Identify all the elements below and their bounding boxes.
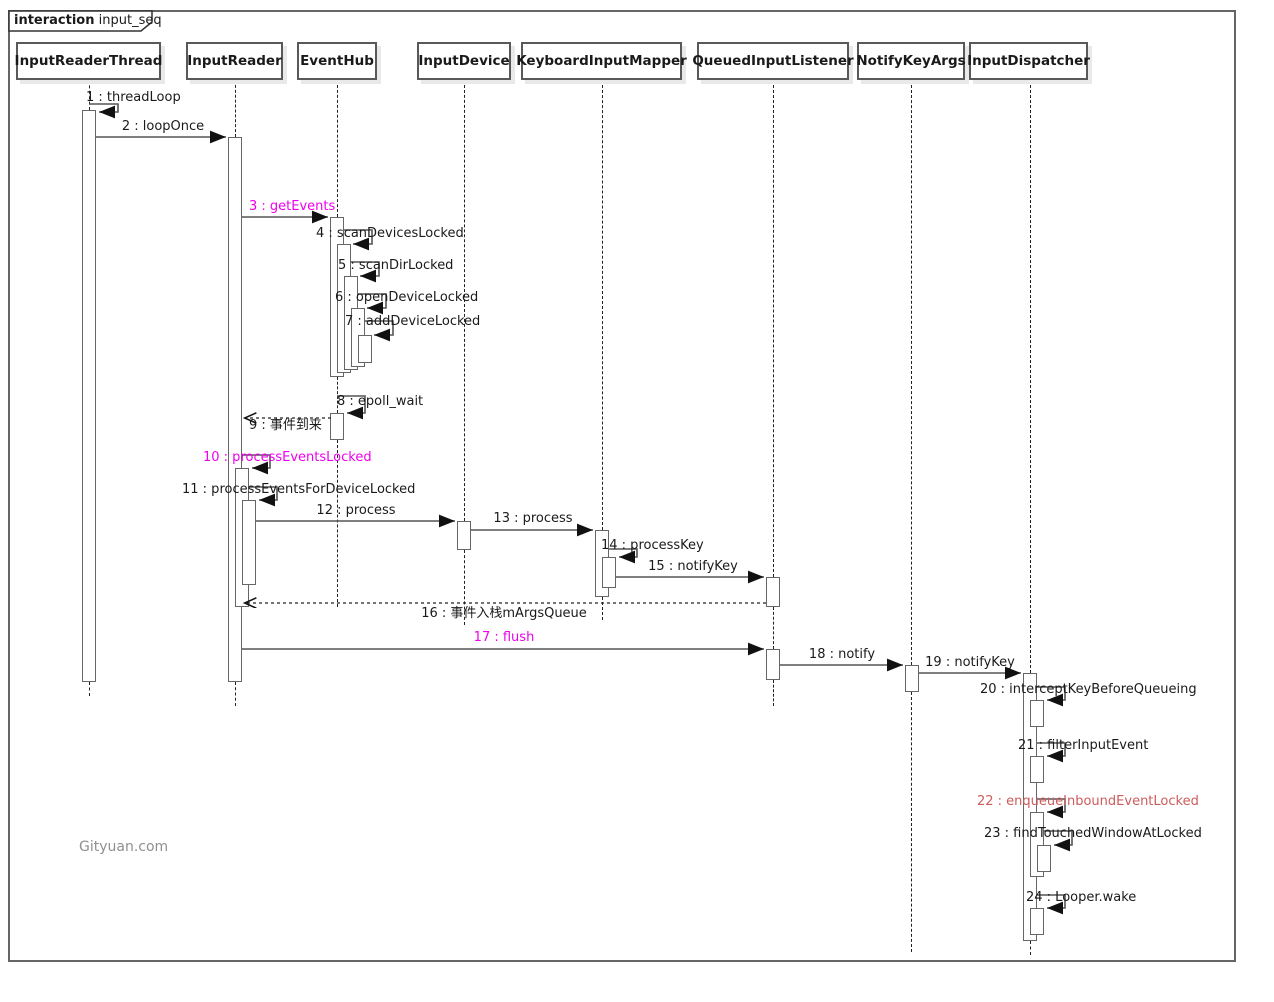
sequence-diagram-canvas: interaction input_seq InputReaderThread … <box>0 0 1274 1002</box>
message-10-label: 10 : processEventsLocked <box>203 451 372 465</box>
message-15-label: 15 : notifyKey <box>648 560 738 574</box>
message-12-label: 12 : process <box>316 504 395 518</box>
message-2-label: 2 : loopOnce <box>122 120 204 134</box>
message-1-label: 1 : threadLoop <box>86 91 181 105</box>
frame-keyword: interaction <box>14 13 95 28</box>
diagram-arrows-layer <box>0 0 1274 1002</box>
message-22-label: 22 : enqueueInboundEventLocked <box>977 795 1199 809</box>
message-14-label: 14 : processKey <box>601 539 704 553</box>
message-3-label: 3 : getEvents <box>249 200 335 214</box>
message-19-label: 19 : notifyKey <box>925 656 1015 670</box>
watermark: Gityuan.com <box>79 839 168 855</box>
message-6-label: 6 : openDeviceLocked <box>335 291 478 305</box>
message-1-arrow <box>89 104 118 112</box>
message-21-label: 21 : filterInputEvent <box>1018 739 1148 753</box>
message-20-label: 20 : interceptKeyBeforeQueueing <box>980 683 1197 697</box>
frame-name: input_seq <box>99 13 162 28</box>
message-8-label: 8 : epoll_wait <box>337 395 423 409</box>
message-11-label: 11 : processEventsForDeviceLocked <box>182 483 415 497</box>
message-13-label: 13 : process <box>493 512 572 526</box>
message-9-label: 9 : 事件到来 <box>249 419 322 433</box>
message-18-label: 18 : notify <box>809 648 875 662</box>
message-24-label: 24 : Looper.wake <box>1026 891 1136 905</box>
message-4-label: 4 : scanDevicesLocked <box>316 227 464 241</box>
message-23-label: 23 : findTouchedWindowAtLocked <box>984 827 1202 841</box>
message-17-label: 17 : flush <box>474 631 535 645</box>
message-7-label: 7 : addDeviceLocked <box>345 315 480 329</box>
message-5-label: 5 : scanDirLocked <box>338 259 453 273</box>
message-16-label: 16 : 事件入栈mArgsQueue <box>421 607 587 621</box>
frame-title: interaction input_seq <box>14 13 162 28</box>
